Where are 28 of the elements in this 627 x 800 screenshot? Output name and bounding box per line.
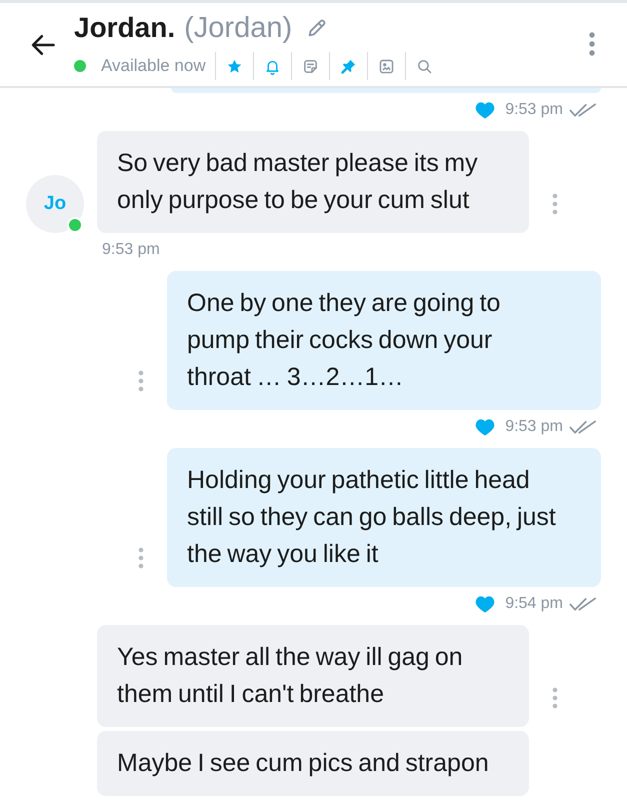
avatar[interactable]: Jo [26, 175, 84, 233]
message-time: 9:53 pm [102, 241, 160, 259]
more-options-icon[interactable] [138, 370, 144, 392]
more-options-icon[interactable] [552, 193, 558, 215]
heart-icon[interactable] [475, 595, 496, 613]
message-text: Yes master all the way ill gag on them until I can't breathe [117, 642, 464, 710]
message-text: So very bad master please its my only purpose to be your cum slut [117, 148, 479, 216]
search-icon[interactable] [416, 58, 433, 74]
message-text: Holding your pathetic little head still so they can go balls deep, just the way you like it [187, 465, 557, 570]
message-time: 9:53 pm [505, 101, 563, 119]
contact-username: (Jordan) [184, 12, 292, 44]
heart-icon[interactable] [475, 418, 496, 436]
star-icon[interactable] [226, 58, 243, 74]
message-text: Maybe I see cum pics and strapon [117, 748, 490, 779]
contact-name: Jordan. [74, 12, 176, 44]
message-time: 9:54 pm [505, 595, 563, 613]
pin-icon[interactable] [340, 58, 357, 74]
message-text: One by one they are going to pump their cocks down your throat … 3…2…1… [187, 288, 502, 393]
heart-icon[interactable] [475, 101, 496, 119]
status-text: Available now [101, 56, 206, 76]
avatar-initials: Jo [44, 193, 66, 215]
pencil-icon[interactable] [306, 17, 328, 39]
more-options-icon[interactable] [589, 32, 595, 56]
message-time: 9:53 pm [505, 418, 563, 436]
note-icon[interactable] [302, 58, 319, 74]
more-options-icon[interactable] [552, 687, 558, 709]
more-options-icon[interactable] [138, 547, 144, 569]
image-icon[interactable] [378, 58, 395, 74]
